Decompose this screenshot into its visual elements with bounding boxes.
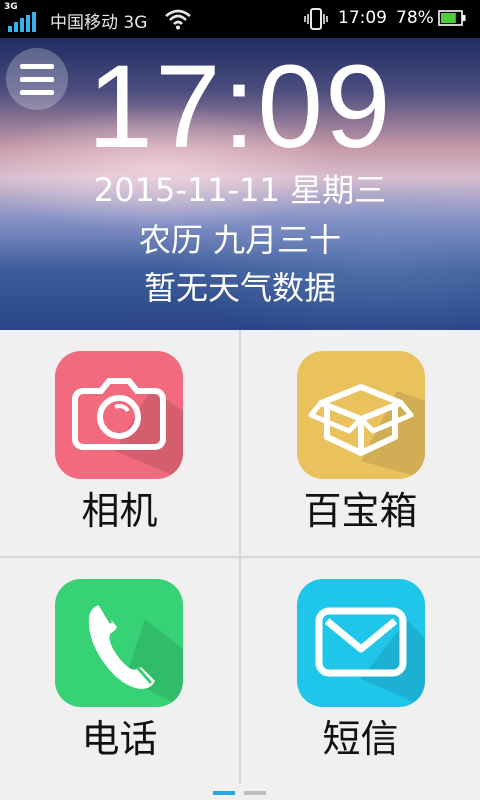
battery-icon: [438, 10, 466, 26]
lunar-date-text: 农历 九月三十: [138, 221, 342, 259]
app-label-sms: 短信: [322, 717, 399, 761]
mail-icon[interactable]: [297, 579, 425, 707]
status-bar: 3G 中国移动 3G 17:09 78%: [0, 0, 480, 38]
wifi-icon: [165, 9, 191, 30]
app-label-phone: 电话: [81, 717, 158, 761]
clock-time: 17:09: [87, 41, 393, 173]
box-icon[interactable]: [297, 351, 425, 479]
battery-percent: 78%: [396, 8, 434, 28]
app-tile-camera[interactable]: 相机: [0, 330, 239, 556]
weather-text: 暂无天气数据: [143, 269, 336, 307]
page-indicator: [0, 784, 480, 800]
app-tile-toolbox[interactable]: 百宝箱: [241, 330, 480, 556]
app-grid: 相机 百宝箱 电话 短信: [0, 330, 480, 784]
phone-icon[interactable]: [55, 579, 183, 707]
clock-weather-header[interactable]: 17:09 2015-11-11 星期三 农历 九月三十 暂无天气数据: [0, 38, 480, 330]
app-label-camera: 相机: [81, 489, 158, 533]
grid-divider-horizontal: [0, 556, 480, 558]
vibrate-icon: [304, 8, 328, 30]
page-dot-2[interactable]: [244, 791, 266, 795]
app-label-toolbox: 百宝箱: [303, 489, 418, 533]
date-text: 2015-11-11 星期三: [93, 171, 387, 209]
carrier-name: 中国移动 3G: [50, 13, 148, 33]
camera-icon[interactable]: [55, 351, 183, 479]
app-tile-phone[interactable]: 电话: [0, 558, 239, 784]
page-dot-1[interactable]: [213, 791, 235, 795]
status-time: 17:09: [338, 8, 387, 28]
app-tile-sms[interactable]: 短信: [241, 558, 480, 784]
network-type-badge: 3G: [4, 2, 18, 12]
signal-strength-icon: [8, 12, 38, 32]
